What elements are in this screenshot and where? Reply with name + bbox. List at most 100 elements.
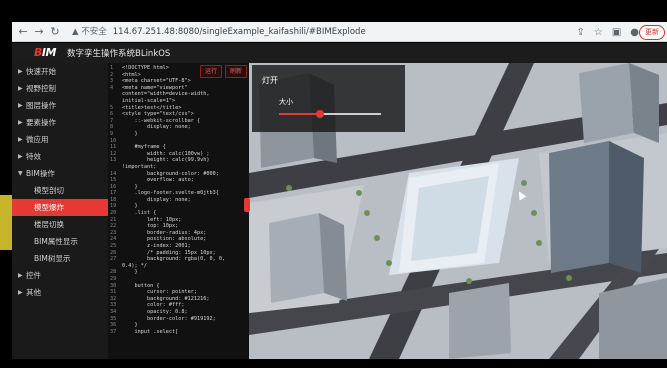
code-text: !important;	[122, 163, 157, 170]
line-number: 35	[110, 315, 117, 322]
code-text: button {	[122, 282, 160, 289]
light-toggle-label[interactable]: 灯开	[262, 75, 278, 86]
sidebar-item-quickstart[interactable]: ▶ 快速开始	[12, 63, 108, 80]
panel-resize-handle[interactable]	[244, 198, 250, 212]
code-line: 26 /* padding: 15px 10px;	[110, 250, 225, 257]
sidebar-item-model-section[interactable]: 模型剖切	[12, 182, 108, 199]
sidebar-item-view-control[interactable]: ▶ 视野控制	[12, 80, 108, 97]
code-line: !important;	[110, 164, 225, 171]
sidebar-item-bim-tree[interactable]: BIM树显示	[12, 250, 108, 267]
caret-right-icon: ▶	[18, 85, 23, 92]
code-text: <title>test</title>	[122, 104, 182, 111]
update-button[interactable]: 更新	[639, 25, 665, 40]
code-line: 14 background-color: #000;	[110, 171, 225, 178]
code-line: 29	[110, 276, 225, 283]
code-lines[interactable]: 1 <!DOCTYPE html> 2 <html> 3 <meta charset="U…	[110, 65, 225, 335]
forward-icon[interactable]: →	[32, 25, 46, 39]
line-number: 34	[110, 308, 117, 315]
code-text: z-index: 2001;	[122, 243, 191, 250]
sidepanel-icon[interactable]: ▣	[612, 27, 621, 38]
code-line: 33 color: #fff;	[110, 302, 225, 309]
code-text: .list {	[122, 210, 157, 217]
code-line: 16 }	[110, 184, 225, 191]
code-line: 19 }	[110, 203, 225, 210]
line-number: 4	[110, 84, 114, 91]
sidebar-item-effects[interactable]: ▶ 特效	[12, 148, 108, 165]
address-bar[interactable]: ▲ 不安全 114.67.251.48:8080/singleExample_ka…	[72, 24, 542, 40]
code-text: border-radius: 4px;	[122, 229, 207, 236]
star-icon[interactable]: ☆	[594, 27, 603, 38]
code-text: }	[122, 322, 138, 329]
insecure-label: 不安全	[81, 27, 107, 37]
line-number: 8	[110, 124, 114, 131]
code-line: 23 border-radius: 4px;	[110, 230, 225, 237]
code-line: 0.4); */	[110, 263, 225, 270]
code-line: 18 display: none;	[110, 197, 225, 204]
line-number: 6	[110, 111, 114, 118]
line-number: 21	[110, 216, 117, 223]
code-line: 35 border-color: #919192;	[110, 316, 225, 323]
code-line: content="width=device-width,	[110, 91, 225, 98]
line-number: 3	[110, 78, 114, 85]
sidebar: ▶ 快速开始 ▶ 视野控制 ▶ 图层操作 ▶ 要素操作 ▶ 微应用 ▶ 特效 ▼ BIM操作 …	[12, 63, 108, 359]
line-number: 27	[110, 256, 117, 263]
line-number: 36	[110, 322, 117, 329]
sidebar-item-bim[interactable]: ▼ BIM操作	[12, 165, 108, 182]
caret-right-icon: ▶	[18, 68, 23, 75]
size-slider-thumb[interactable]	[315, 110, 324, 118]
code-text: }	[122, 203, 138, 210]
code-line: 5 <title>test</title>	[110, 105, 225, 112]
sidebar-item-other[interactable]: ▶ 其他	[12, 284, 108, 301]
share-icon[interactable]: ⇪	[576, 27, 584, 38]
code-line: 28 }	[110, 269, 225, 276]
line-number: 31	[110, 289, 117, 296]
sidebar-item-bim-properties[interactable]: BIM属性显示	[12, 233, 108, 250]
line-number: 1	[110, 65, 114, 71]
line-number: 17	[110, 190, 117, 197]
line-number: 30	[110, 282, 117, 289]
back-icon[interactable]: ←	[16, 25, 30, 39]
line-number: 26	[110, 249, 117, 256]
line-number: 9	[110, 130, 114, 137]
sidebar-item-model-explode[interactable]: 模型爆炸	[12, 199, 108, 216]
code-text: <meta name="viewport"	[122, 84, 188, 91]
caret-right-icon: ▶	[18, 136, 23, 143]
caret-right-icon: ▶	[18, 102, 23, 109]
refresh-button[interactable]: 刷新	[225, 65, 248, 78]
sidebar-item-layers[interactable]: ▶ 图层操作	[12, 97, 108, 114]
code-editor[interactable]: 1 <!DOCTYPE html> 2 <html> 3 <meta charset="U…	[108, 63, 249, 359]
code-text: initial-scale=1">	[122, 97, 176, 104]
code-text: top: 10px;	[122, 223, 179, 230]
code-line: 6 <style type="text/css">	[110, 111, 225, 118]
light-control-panel: 灯开 大小	[252, 65, 405, 132]
warning-icon: ▲	[72, 27, 82, 37]
line-number: 18	[110, 196, 117, 203]
profile-icon[interactable]: ●	[630, 27, 639, 38]
code-line: 25 z-index: 2001;	[110, 243, 225, 250]
code-text: <!DOCTYPE html>	[122, 65, 169, 71]
code-line: 8 display: none;	[110, 124, 225, 131]
sidebar-item-micro-apps[interactable]: ▶ 微应用	[12, 131, 108, 148]
run-button[interactable]: 运行	[200, 65, 223, 78]
sidebar-item-controls[interactable]: ▶ 控件	[12, 267, 108, 284]
line-number: 10	[110, 137, 117, 144]
browser-actions: ⇪ ☆ ▣ ●	[576, 24, 639, 40]
line-number: 12	[110, 150, 117, 157]
line-number: 22	[110, 223, 117, 230]
code-line: 24 position: absolute;	[110, 236, 225, 243]
code-text: /* padding: 15px 10px;	[122, 249, 216, 256]
code-text: color: #fff;	[122, 302, 185, 309]
code-line: 17 .logo-footer.svelte-m0jtb3{	[110, 190, 225, 197]
line-number: 16	[110, 183, 117, 190]
code-text: border-color: #919192;	[122, 315, 216, 322]
caret-down-icon: ▼	[18, 170, 23, 177]
sidebar-item-floor-switch[interactable]: 楼层切换	[12, 216, 108, 233]
size-slider[interactable]	[279, 110, 381, 118]
code-text: width: calc(100vw) ;	[122, 150, 210, 157]
code-line: 7 ::-webkit-scrollbar {	[110, 118, 225, 125]
code-line: 32 background: #121216;	[110, 296, 225, 303]
code-text: #myframe {	[122, 144, 166, 151]
code-text: .logo-footer.svelte-m0jtb3{	[122, 190, 219, 197]
sidebar-item-elements[interactable]: ▶ 要素操作	[12, 114, 108, 131]
reload-icon[interactable]: ↻	[48, 25, 62, 39]
